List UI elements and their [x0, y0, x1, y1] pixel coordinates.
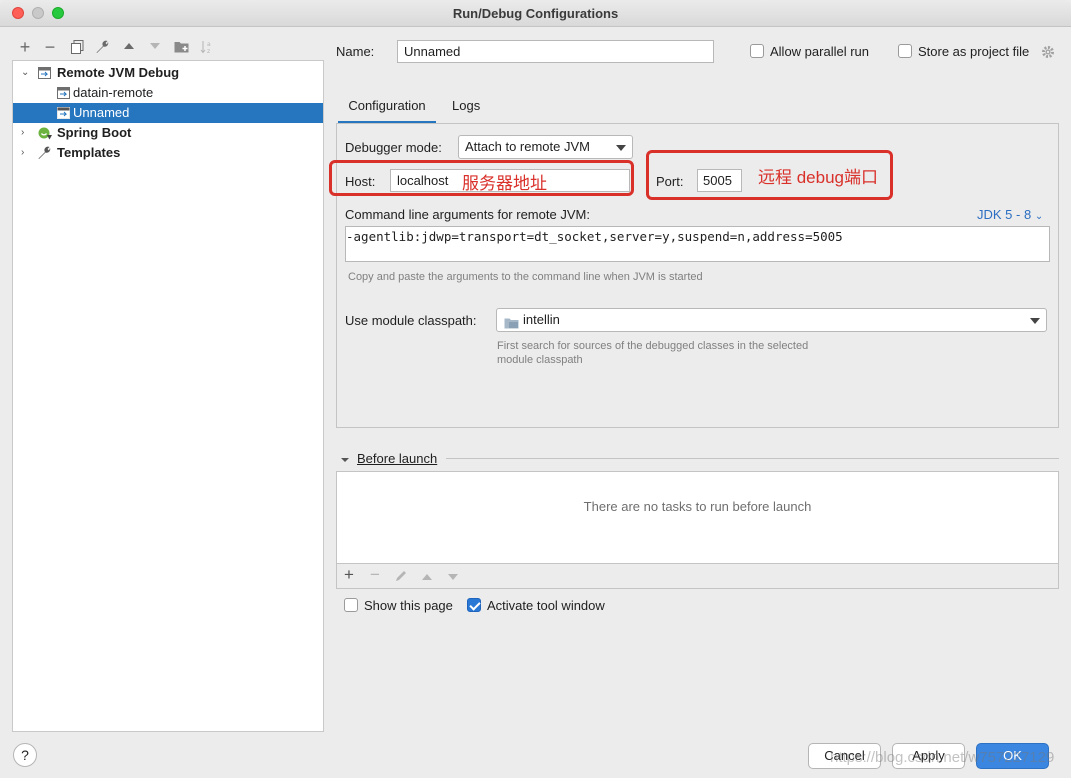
collapse-before-launch-icon[interactable] — [340, 453, 350, 468]
remote-debug-icon — [38, 66, 52, 80]
jdk-version-text: JDK 5 - 8 — [977, 207, 1032, 222]
module-classpath-select[interactable]: intellin — [496, 308, 1047, 332]
activate-tool-window-label: Activate tool window — [487, 598, 605, 613]
svg-text:z: z — [207, 48, 210, 54]
copy-icon[interactable] — [68, 38, 86, 56]
sort-icon[interactable]: az — [198, 38, 216, 56]
wrench-icon — [38, 146, 52, 160]
cmd-args-label: Command line arguments for remote JVM: — [345, 207, 590, 222]
chevron-right-icon[interactable]: › — [21, 123, 24, 143]
allow-parallel-run-label: Allow parallel run — [770, 44, 869, 59]
tree-item-label: Unnamed — [73, 105, 130, 120]
module-classpath-value: intellin — [523, 312, 560, 327]
show-this-page-checkbox[interactable] — [344, 598, 358, 612]
tree-item-templates[interactable]: › Templates — [13, 143, 323, 163]
remove-icon[interactable]: − — [41, 38, 59, 56]
title-bar: Run/Debug Configurations — [0, 0, 1071, 27]
host-label: Host: — [345, 174, 376, 189]
tree-item-label: Templates — [57, 145, 121, 160]
module-hint-line-2: module classpath — [497, 354, 583, 366]
tree-item-label: Remote JVM Debug — [57, 65, 180, 80]
tab-configuration[interactable]: Configuration — [338, 96, 436, 124]
chevron-down-icon — [1030, 318, 1040, 324]
help-button[interactable]: ? — [13, 743, 37, 767]
remote-debug-icon — [57, 86, 71, 100]
before-launch-empty-text: There are no tasks to run before launch — [583, 499, 812, 514]
before-launch-divider — [446, 458, 1059, 459]
configuration-tree[interactable]: ⌄ Remote JVM Debug datain-remote Unnamed… — [12, 60, 324, 732]
allow-parallel-run-checkbox[interactable] — [750, 44, 764, 58]
watermark: https://blog.csdn.net/w757227129 — [830, 749, 1055, 766]
chevron-right-icon[interactable]: › — [21, 143, 24, 163]
new-folder-icon[interactable] — [172, 38, 190, 56]
name-input[interactable]: Unnamed — [397, 40, 714, 63]
tree-item-unnamed[interactable]: Unnamed — [13, 103, 323, 123]
cmd-args-hint: Copy and paste the arguments to the comm… — [348, 271, 703, 283]
tree-item-datain-remote[interactable]: datain-remote — [13, 83, 323, 103]
port-annotation-text: 远程 debug端口 — [758, 168, 878, 187]
tree-item-label: Spring Boot — [57, 125, 132, 140]
add-icon[interactable]: + — [16, 38, 34, 56]
activate-tool-window-checkbox[interactable] — [467, 598, 481, 612]
gear-icon[interactable] — [1041, 45, 1055, 62]
module-folder-icon — [504, 314, 519, 336]
add-task-icon[interactable]: + — [344, 565, 354, 585]
debugger-mode-label: Debugger mode: — [345, 140, 442, 155]
port-label: Port: — [656, 174, 684, 189]
chevron-down-icon: ⌄ — [1034, 211, 1044, 222]
move-task-down-icon[interactable] — [447, 570, 459, 585]
module-hint-line-1: First search for sources of the debugged… — [497, 340, 809, 352]
spring-boot-icon — [38, 126, 52, 140]
tree-item-label: datain-remote — [73, 85, 154, 100]
store-as-project-file-checkbox[interactable] — [898, 44, 912, 58]
before-launch-title[interactable]: Before launch — [357, 451, 437, 466]
host-value: localhost — [397, 173, 449, 188]
cmd-args-textarea[interactable]: -agentlib:jdwp=transport=dt_socket,serve… — [345, 226, 1050, 262]
move-down-icon[interactable] — [146, 38, 164, 56]
tree-item-remote-jvm-debug[interactable]: ⌄ Remote JVM Debug — [13, 63, 323, 83]
chevron-down-icon — [616, 145, 626, 151]
tab-logs[interactable]: Logs — [452, 96, 480, 124]
remove-task-icon[interactable]: − — [370, 565, 380, 585]
move-up-icon[interactable] — [120, 38, 138, 56]
name-label: Name: — [336, 44, 375, 59]
store-as-project-file-label: Store as project file — [918, 44, 1030, 59]
edit-task-icon[interactable] — [395, 569, 408, 585]
chevron-down-icon[interactable]: ⌄ — [21, 63, 29, 83]
svg-text:a: a — [207, 41, 211, 48]
before-launch-task-list[interactable]: There are no tasks to run before launch … — [336, 471, 1059, 589]
show-this-page-label: Show this page — [364, 598, 453, 613]
move-task-up-icon[interactable] — [421, 570, 433, 585]
module-classpath-label: Use module classpath: — [345, 313, 477, 328]
window-title: Run/Debug Configurations — [452, 6, 619, 21]
jdk-version-link[interactable]: JDK 5 - 8 ⌄ — [977, 207, 1043, 222]
before-launch-toolbar: + − — [337, 563, 1058, 588]
debugger-mode-value: Attach to remote JVM — [465, 139, 590, 154]
wrench-icon[interactable] — [94, 38, 112, 56]
debugger-mode-select[interactable]: Attach to remote JVM — [458, 135, 633, 159]
port-input[interactable]: 5005 — [697, 169, 742, 192]
remote-debug-icon — [57, 106, 71, 120]
run-debug-configurations-window: Run/Debug Configurations + − az ⌄ Remote… — [0, 0, 1071, 778]
host-annotation-text: 服务器地址 — [462, 174, 547, 193]
tree-item-spring-boot[interactable]: › Spring Boot — [13, 123, 323, 143]
